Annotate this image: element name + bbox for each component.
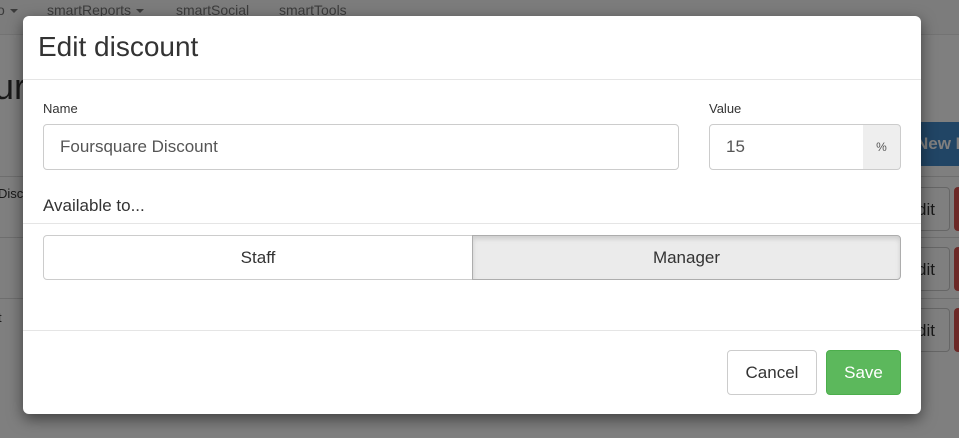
value-label: Value — [709, 101, 742, 116]
name-input[interactable]: Foursquare Discount — [43, 124, 679, 170]
toggle-manager[interactable]: Manager — [472, 235, 901, 280]
modal-title: Edit discount — [38, 31, 199, 62]
cancel-button[interactable]: Cancel — [727, 350, 817, 395]
percent-addon: % — [863, 124, 901, 170]
save-button[interactable]: Save — [826, 350, 901, 395]
toggle-staff[interactable]: Staff — [43, 235, 473, 280]
edit-discount-modal: Edit discount Name Foursquare Discount V… — [23, 16, 921, 414]
value-input[interactable]: 15 — [709, 124, 864, 170]
modal-header: Edit discount — [23, 16, 921, 80]
section-divider — [23, 223, 921, 224]
footer-divider — [23, 330, 921, 331]
name-label: Name — [43, 101, 78, 116]
available-to-label: Available to... — [43, 196, 145, 215]
